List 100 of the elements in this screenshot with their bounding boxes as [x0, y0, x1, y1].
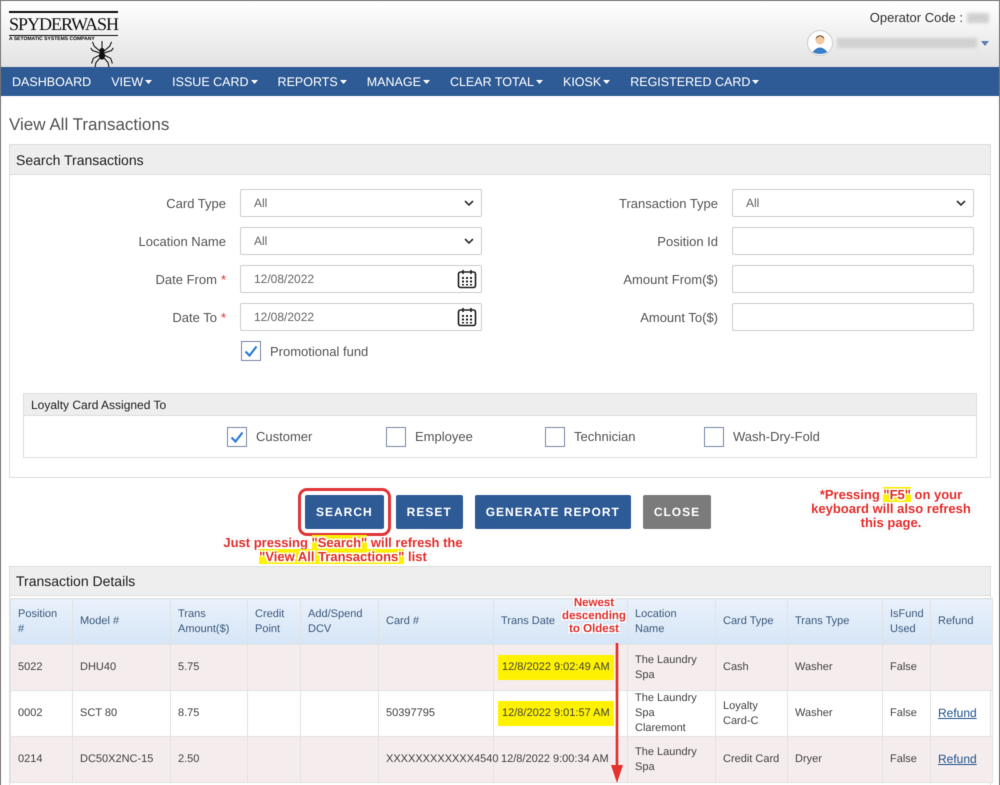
date-cell: 12/8/2022 9:02:49 AM [498, 655, 614, 680]
table-cell: The Laundry Spa [635, 654, 697, 680]
table-cell: The Laundry Spa Claremont [635, 692, 697, 734]
chevron-down-icon [464, 200, 474, 206]
date-input-field[interactable]: 12/08/2022 [254, 310, 314, 324]
field-label: Card Type [166, 196, 226, 210]
user-avatar-icon [807, 30, 833, 56]
required-mark: * [220, 310, 226, 324]
user-menu[interactable] [807, 30, 989, 56]
nav-menu-item[interactable]: VIEW [102, 67, 162, 96]
table-cell: SCT 80 [80, 707, 118, 719]
checkbox[interactable] [704, 426, 724, 446]
action-button[interactable]: RESET [396, 495, 463, 529]
calendar-icon[interactable] [457, 269, 477, 289]
input-field[interactable] [732, 227, 974, 255]
table-cell: The Laundry Spa [635, 746, 697, 772]
column-header: Card # [386, 615, 420, 627]
action-button[interactable]: GENERATE REPORT [474, 495, 631, 529]
input-field[interactable] [732, 303, 974, 331]
table-cell: 5.75 [178, 661, 200, 673]
checkbox[interactable] [545, 426, 565, 446]
checkmark-icon [244, 345, 258, 357]
calendar-icon[interactable] [457, 307, 477, 327]
refund-link[interactable]: Refund [938, 706, 977, 720]
table-cell: False [890, 661, 917, 673]
panel-title: Search Transactions [16, 152, 144, 168]
annotation-note: Newest descending to Oldest [561, 597, 627, 636]
column-header: Refund [938, 615, 974, 627]
column-header: Add/Spend DCV [308, 608, 362, 634]
field-label: Location Name [138, 234, 226, 248]
table-cell: False [890, 707, 917, 719]
dropdown-select[interactable]: All [240, 189, 482, 217]
required-mark: * [220, 272, 226, 286]
table-cell: 0214 [18, 753, 42, 765]
table-cell: 0002 [18, 707, 42, 719]
nav-menu-item[interactable]: MANAGE [358, 67, 439, 96]
table-cell: DC50X2NC-15 [80, 753, 154, 765]
nav-menu-item[interactable]: KIOSK [554, 67, 620, 96]
checkbox[interactable] [386, 426, 406, 446]
caret-down-icon [981, 40, 989, 46]
column-header: Model # [80, 615, 120, 627]
action-button[interactable]: CLOSE [642, 495, 712, 529]
field-label: Amount To($) [640, 310, 718, 324]
checkbox-label: Customer [256, 429, 312, 444]
input-field[interactable] [732, 265, 974, 293]
table-cell: 2.50 [178, 753, 200, 765]
column-header: Trans Date [501, 615, 556, 627]
column-header: Card Type [723, 615, 774, 627]
logo-wordmark: SPYDERWASH [9, 11, 118, 36]
table-cell: Dryer [795, 753, 822, 765]
spider-icon [89, 41, 115, 67]
annotation-note: Just pressing "Search" will refresh the "View All Transactions" list [222, 536, 464, 564]
column-header: Location Name [635, 608, 677, 634]
table-cell: Cash [723, 661, 749, 673]
column-header: Position # [18, 608, 58, 634]
table-cell: 5022 [18, 661, 42, 673]
field-label: Amount From($) [623, 272, 718, 286]
checkbox-label: Employee [415, 429, 473, 444]
action-button[interactable]: SEARCH [305, 495, 384, 529]
chevron-down-icon [956, 200, 966, 206]
table-cell: XXXXXXXXXXXX4540 [386, 753, 499, 765]
nav-menu-item[interactable]: REPORTS [268, 67, 356, 96]
column-header: Credit Point [255, 608, 284, 634]
nav-menu-item[interactable]: CLEAR TOTAL [440, 67, 552, 96]
checkbox-label: Promotional fund [270, 344, 368, 358]
operator-code-label: Operator Code : [870, 10, 963, 25]
dropdown-select[interactable]: All [732, 189, 974, 217]
field-label: Transaction Type [619, 196, 718, 210]
column-header: Trans Amount($) [178, 608, 230, 634]
annotation-note: *Pressing "F5" on your keyboard will also refresh this page. [810, 488, 972, 530]
table-cell: DHU40 [80, 661, 116, 673]
field-label: Position Id [657, 234, 718, 248]
table-cell: Washer [795, 707, 832, 719]
table-cell: 50397795 [386, 707, 435, 719]
table-cell: Credit Card [723, 753, 780, 765]
dropdown-select[interactable]: All [240, 227, 482, 255]
date-input-field[interactable]: 12/08/2022 [254, 272, 314, 286]
checkmark-icon [230, 430, 244, 442]
checkbox[interactable] [227, 426, 247, 446]
section-title: Loyalty Card Assigned To [31, 398, 166, 412]
table-cell: Washer [795, 661, 832, 673]
panel-title: Transaction Details [16, 573, 136, 589]
table-cell: 8.75 [178, 707, 200, 719]
table-cell: False [890, 753, 917, 765]
column-header: Trans Type [795, 615, 850, 627]
page-title: View All Transactions [9, 115, 170, 134]
checkbox-label: Wash-Dry-Fold [733, 429, 820, 444]
chevron-down-icon [464, 238, 474, 244]
column-header: IsFund Used [890, 608, 924, 634]
checkbox[interactable] [241, 341, 261, 361]
field-label: Date To [172, 310, 217, 324]
nav-menu-item[interactable]: ISSUE CARD [163, 67, 267, 96]
date-cell: 12/8/2022 9:01:57 AM [498, 701, 614, 726]
field-label: Date From [156, 272, 217, 286]
nav-menu-item[interactable]: DASHBOARD [3, 67, 100, 96]
refund-link[interactable]: Refund [938, 752, 977, 766]
redacted-value [967, 12, 989, 22]
table-cell: Loyalty Card-C [723, 700, 758, 726]
nav-menu-item[interactable]: REGISTERED CARD [621, 67, 768, 96]
checkbox-label: Technician [574, 429, 636, 444]
